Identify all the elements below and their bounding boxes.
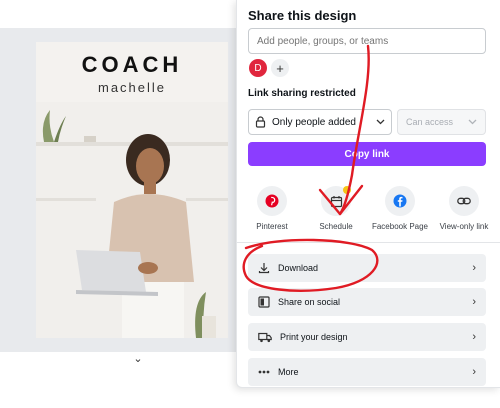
calendar-icon [330, 195, 342, 207]
share-options: Pinterest Schedule Facebook Page View-on… [241, 186, 497, 236]
truck-icon [258, 332, 272, 342]
more-button[interactable]: More › [248, 358, 486, 386]
share-social-icon [258, 296, 270, 308]
share-option-facebook-page[interactable]: Facebook Page [369, 186, 431, 231]
access-dropdown[interactable]: Only people added [248, 109, 392, 135]
design-title: COACH [81, 52, 183, 77]
share-option-label: Pinterest [256, 222, 288, 231]
download-icon [258, 263, 270, 274]
chevron-down-icon: ⌄ [133, 353, 143, 365]
chevron-right-icon: › [472, 331, 476, 343]
add-person-button[interactable]: + [271, 59, 289, 77]
share-option-label: Schedule [319, 222, 353, 231]
add-people-input[interactable] [248, 28, 486, 54]
permission-dropdown[interactable]: Can access [397, 109, 486, 135]
premium-badge-icon [343, 186, 351, 194]
lock-icon [255, 116, 266, 128]
chevron-right-icon: › [472, 262, 476, 274]
chevron-right-icon: › [472, 296, 476, 308]
more-icon [258, 370, 270, 374]
pinterest-icon [265, 194, 279, 208]
action-label: Print your design [280, 332, 348, 342]
link-sharing-label: Link sharing restricted [248, 88, 356, 99]
print-design-button[interactable]: Print your design › [248, 323, 486, 351]
avatar[interactable]: D [249, 59, 267, 77]
panel-title: Share this design [248, 8, 357, 23]
share-option-label: View-only link [439, 222, 489, 231]
share-option-schedule[interactable]: Schedule [305, 186, 367, 231]
share-on-social-button[interactable]: Share on social › [248, 288, 486, 316]
access-value: Only people added [272, 116, 356, 128]
share-panel: Share this design D + Link sharing restr… [236, 0, 500, 388]
copy-link-button[interactable]: Copy link [248, 142, 486, 166]
permission-value: Can access [406, 117, 454, 127]
design-photo [36, 102, 228, 338]
action-label: More [278, 367, 299, 377]
download-button[interactable]: Download › [248, 254, 486, 282]
action-label: Download [278, 263, 319, 273]
action-label: Share on social [278, 297, 341, 307]
share-option-label: Facebook Page [371, 222, 429, 231]
link-icon [457, 197, 471, 205]
share-option-view-only-link[interactable]: View-only link [433, 186, 495, 231]
design-subtitle: machelle [97, 80, 167, 95]
design-page[interactable]: COACH machelle [36, 42, 228, 338]
chevron-down-icon [376, 119, 385, 125]
facebook-icon [393, 194, 407, 208]
divider [237, 242, 500, 243]
share-option-pinterest[interactable]: Pinterest [241, 186, 303, 231]
chevron-right-icon: › [472, 366, 476, 378]
chevron-down-icon [468, 119, 477, 125]
